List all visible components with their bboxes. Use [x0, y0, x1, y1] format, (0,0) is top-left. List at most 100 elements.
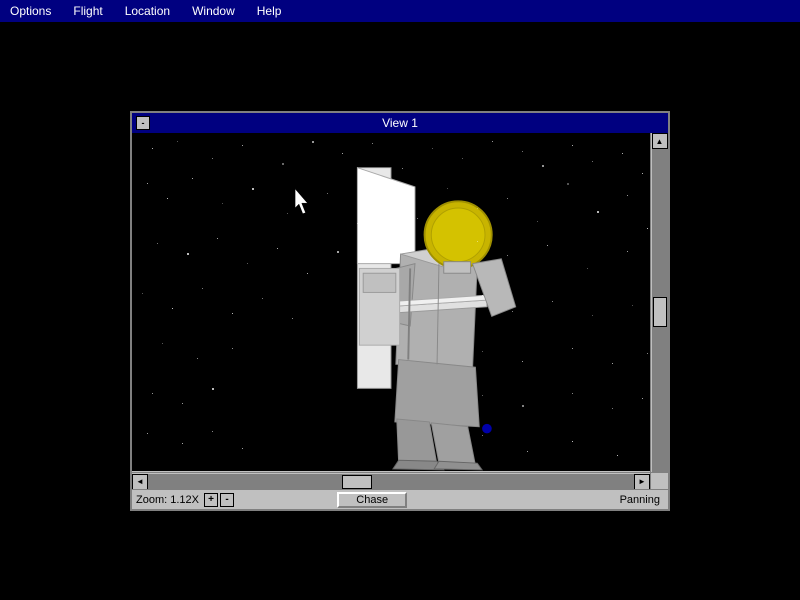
- scroll-right-button[interactable]: ►: [634, 474, 650, 490]
- star: [342, 153, 343, 154]
- star: [592, 161, 593, 162]
- star: [287, 213, 288, 214]
- star: [507, 255, 508, 256]
- star: [477, 208, 478, 209]
- main-area: - View 1: [0, 22, 800, 600]
- star: [147, 433, 148, 434]
- star: [572, 393, 573, 394]
- star: [482, 395, 483, 396]
- star: [482, 295, 483, 296]
- star: [147, 183, 148, 184]
- star: [307, 273, 308, 274]
- bottom-bar: ◄ ► Zoom: 1.12X + - Chase Panning: [132, 471, 668, 509]
- star: [162, 343, 163, 344]
- star: [572, 348, 573, 349]
- star: [612, 408, 613, 409]
- star: [232, 313, 233, 314]
- menu-options[interactable]: Options: [4, 2, 57, 20]
- star: [202, 288, 203, 289]
- star: [647, 353, 648, 354]
- star: [447, 188, 448, 189]
- zoom-minus-button[interactable]: -: [220, 493, 234, 507]
- star: [282, 163, 284, 165]
- scroll-track-vertical[interactable]: [652, 149, 668, 475]
- star: [547, 245, 548, 246]
- star: [627, 251, 628, 252]
- scroll-thumb-horizontal[interactable]: [342, 475, 372, 489]
- star: [217, 238, 218, 239]
- star: [622, 153, 623, 154]
- star: [372, 143, 373, 144]
- star: [522, 151, 523, 152]
- scroll-left-button[interactable]: ◄: [132, 474, 148, 490]
- panning-label: Panning: [612, 494, 668, 506]
- star: [252, 188, 254, 190]
- star: [627, 195, 628, 196]
- star: [527, 451, 528, 452]
- star: [592, 315, 593, 316]
- zoom-plus-button[interactable]: +: [204, 493, 218, 507]
- zoom-label: Zoom: 1.12X: [132, 494, 203, 506]
- star: [182, 443, 183, 444]
- star: [417, 218, 418, 219]
- star: [402, 168, 403, 169]
- star: [292, 318, 293, 319]
- star: [157, 243, 158, 244]
- star: [142, 293, 143, 294]
- star: [567, 183, 569, 185]
- star: [617, 455, 618, 456]
- star: [232, 348, 233, 349]
- star: [522, 361, 523, 362]
- menu-help[interactable]: Help: [251, 2, 288, 20]
- scroll-corner: [650, 472, 668, 490]
- star: [387, 203, 388, 204]
- menubar: Options Flight Location Window Help: [0, 0, 800, 22]
- status-bar: Zoom: 1.12X + - Chase Panning: [132, 489, 668, 509]
- view-window: - View 1: [130, 111, 670, 511]
- star: [312, 141, 314, 143]
- star: [522, 405, 524, 407]
- star: [477, 241, 478, 242]
- star: [647, 228, 648, 229]
- star: [327, 193, 328, 194]
- star: [642, 398, 643, 399]
- astronaut-figure: [132, 133, 650, 471]
- star: [537, 221, 538, 222]
- menu-flight[interactable]: Flight: [67, 2, 108, 20]
- star: [587, 268, 588, 269]
- scroll-thumb-vertical[interactable]: [653, 297, 667, 327]
- viewport[interactable]: [132, 133, 650, 471]
- star: [572, 441, 573, 442]
- menu-location[interactable]: Location: [119, 2, 176, 20]
- view-titlebar: - View 1: [132, 113, 668, 133]
- star: [357, 223, 358, 224]
- star: [482, 351, 483, 352]
- star: [197, 358, 198, 359]
- star: [182, 403, 183, 404]
- star: [572, 145, 573, 146]
- star: [277, 248, 278, 249]
- star: [192, 178, 193, 179]
- star: [167, 198, 168, 199]
- menu-window[interactable]: Window: [186, 2, 241, 20]
- star: [262, 298, 263, 299]
- star: [552, 301, 553, 302]
- star: [172, 308, 173, 309]
- star: [492, 141, 493, 142]
- scroll-track-horizontal[interactable]: [148, 474, 634, 490]
- star: [187, 253, 189, 255]
- star: [632, 305, 633, 306]
- scroll-up-button[interactable]: ▲: [652, 133, 668, 149]
- chase-button[interactable]: Chase: [337, 492, 407, 508]
- star: [242, 145, 243, 146]
- star: [242, 448, 243, 449]
- star: [212, 431, 213, 432]
- star: [337, 251, 339, 253]
- minimize-button[interactable]: -: [136, 116, 150, 130]
- star: [542, 165, 544, 167]
- star: [212, 158, 213, 159]
- star: [212, 388, 214, 390]
- star: [482, 435, 483, 436]
- star: [512, 311, 513, 312]
- view-title: View 1: [382, 116, 418, 130]
